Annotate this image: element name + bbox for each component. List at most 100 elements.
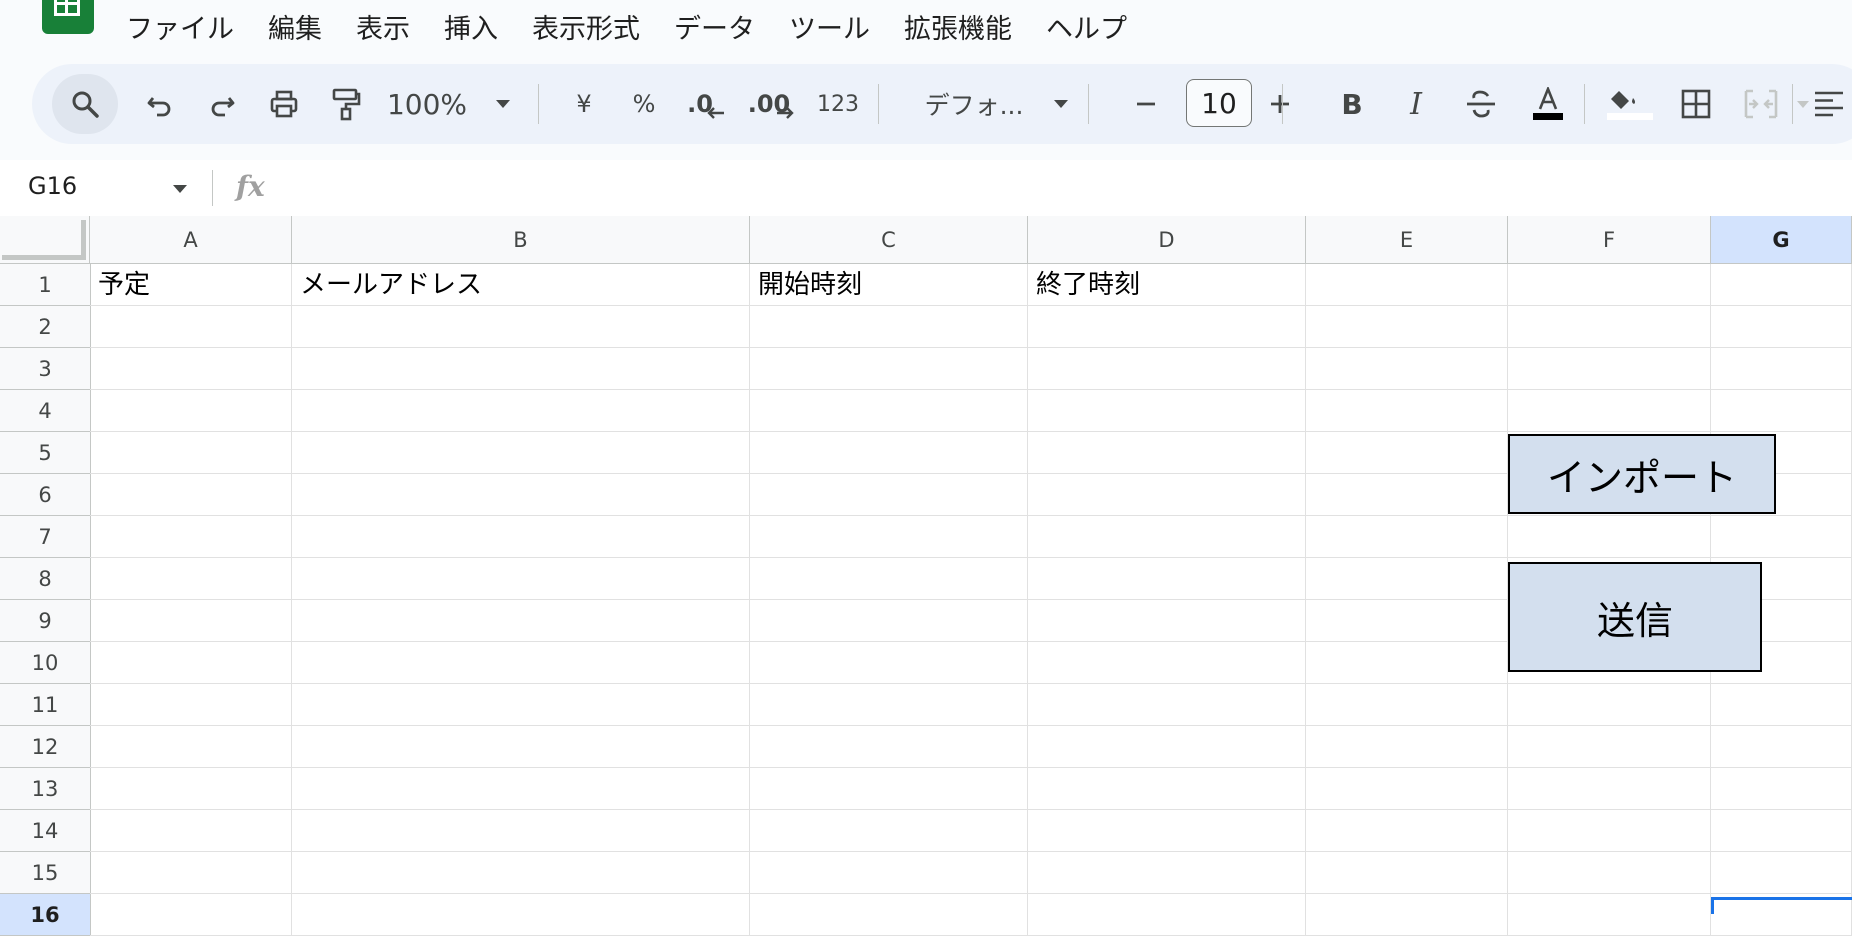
cell-C15[interactable] bbox=[750, 852, 1028, 894]
cell-C12[interactable] bbox=[750, 726, 1028, 768]
cell-G2[interactable] bbox=[1711, 306, 1852, 348]
cell-D7[interactable] bbox=[1028, 516, 1306, 558]
cell-B1[interactable]: メールアドレス bbox=[292, 264, 750, 306]
cell-F1[interactable] bbox=[1508, 264, 1711, 306]
cell-E6[interactable] bbox=[1306, 474, 1508, 516]
row-header-7[interactable]: 7 bbox=[0, 516, 91, 558]
increase-font-size-button[interactable] bbox=[1250, 64, 1310, 144]
cell-A2[interactable] bbox=[90, 306, 292, 348]
cell-F13[interactable] bbox=[1508, 768, 1711, 810]
cell-A12[interactable] bbox=[90, 726, 292, 768]
cell-D1[interactable]: 終了時刻 bbox=[1028, 264, 1306, 306]
cell-E8[interactable] bbox=[1306, 558, 1508, 600]
cell-G14[interactable] bbox=[1711, 810, 1852, 852]
cell-E1[interactable] bbox=[1306, 264, 1508, 306]
cell-D4[interactable] bbox=[1028, 390, 1306, 432]
cell-G1[interactable] bbox=[1711, 264, 1852, 306]
cell-F2[interactable] bbox=[1508, 306, 1711, 348]
strikethrough-button[interactable] bbox=[1450, 64, 1512, 144]
row-header-2[interactable]: 2 bbox=[0, 306, 91, 348]
menu-format[interactable]: 表示形式 bbox=[515, 6, 657, 54]
cell-C9[interactable] bbox=[750, 600, 1028, 642]
zoom-select[interactable]: 100% bbox=[384, 64, 514, 144]
row-header-16[interactable]: 16 bbox=[0, 894, 91, 936]
currency-format-button[interactable]: ¥ bbox=[556, 64, 612, 144]
cell-D6[interactable] bbox=[1028, 474, 1306, 516]
cell-B6[interactable] bbox=[292, 474, 750, 516]
row-header-14[interactable]: 14 bbox=[0, 810, 91, 852]
row-header-15[interactable]: 15 bbox=[0, 852, 91, 894]
cell-G15[interactable] bbox=[1711, 852, 1852, 894]
cell-C10[interactable] bbox=[750, 642, 1028, 684]
cell-A3[interactable] bbox=[90, 348, 292, 390]
row-header-4[interactable]: 4 bbox=[0, 390, 91, 432]
cell-D11[interactable] bbox=[1028, 684, 1306, 726]
cell-F15[interactable] bbox=[1508, 852, 1711, 894]
cell-A8[interactable] bbox=[90, 558, 292, 600]
cell-G4[interactable] bbox=[1711, 390, 1852, 432]
cell-D10[interactable] bbox=[1028, 642, 1306, 684]
font-size-input[interactable]: 10 bbox=[1186, 79, 1252, 127]
menu-data[interactable]: データ bbox=[657, 6, 772, 54]
row-header-9[interactable]: 9 bbox=[0, 600, 91, 642]
cell-E7[interactable] bbox=[1306, 516, 1508, 558]
sheets-logo-icon[interactable] bbox=[42, 0, 94, 34]
cell-G11[interactable] bbox=[1711, 684, 1852, 726]
percent-format-button[interactable]: % bbox=[616, 64, 672, 144]
italic-button[interactable]: I bbox=[1386, 64, 1446, 144]
cell-F16[interactable] bbox=[1508, 894, 1711, 936]
cell-C3[interactable] bbox=[750, 348, 1028, 390]
column-header-C[interactable]: C bbox=[750, 216, 1028, 264]
column-header-D[interactable]: D bbox=[1028, 216, 1306, 264]
cell-D5[interactable] bbox=[1028, 432, 1306, 474]
column-header-E[interactable]: E bbox=[1306, 216, 1508, 264]
cell-C4[interactable] bbox=[750, 390, 1028, 432]
cell-A14[interactable] bbox=[90, 810, 292, 852]
cell-D2[interactable] bbox=[1028, 306, 1306, 348]
undo-button[interactable] bbox=[130, 64, 190, 144]
column-header-B[interactable]: B bbox=[292, 216, 750, 264]
cell-A1[interactable]: 予定 bbox=[90, 264, 292, 306]
cell-D13[interactable] bbox=[1028, 768, 1306, 810]
cell-B7[interactable] bbox=[292, 516, 750, 558]
cell-B2[interactable] bbox=[292, 306, 750, 348]
cell-A10[interactable] bbox=[90, 642, 292, 684]
paint-format-button[interactable] bbox=[316, 64, 376, 144]
cell-B8[interactable] bbox=[292, 558, 750, 600]
cell-E14[interactable] bbox=[1306, 810, 1508, 852]
print-button[interactable] bbox=[254, 64, 314, 144]
menu-insert[interactable]: 挿入 bbox=[427, 6, 515, 54]
increase-decimal-button[interactable]: .00 bbox=[740, 64, 802, 144]
cell-C16[interactable] bbox=[750, 894, 1028, 936]
name-box[interactable]: G16 bbox=[28, 172, 77, 200]
row-header-3[interactable]: 3 bbox=[0, 348, 91, 390]
cell-G3[interactable] bbox=[1711, 348, 1852, 390]
cell-C2[interactable] bbox=[750, 306, 1028, 348]
row-header-8[interactable]: 8 bbox=[0, 558, 91, 600]
decrease-font-size-button[interactable] bbox=[1118, 64, 1174, 144]
redo-button[interactable] bbox=[192, 64, 252, 144]
cell-A13[interactable] bbox=[90, 768, 292, 810]
menu-extensions[interactable]: 拡張機能 bbox=[887, 6, 1029, 54]
horizontal-align-button[interactable] bbox=[1806, 64, 1852, 144]
row-header-10[interactable]: 10 bbox=[0, 642, 91, 684]
cell-C13[interactable] bbox=[750, 768, 1028, 810]
cell-A6[interactable] bbox=[90, 474, 292, 516]
row-header-6[interactable]: 6 bbox=[0, 474, 91, 516]
cell-F14[interactable] bbox=[1508, 810, 1711, 852]
cell-B16[interactable] bbox=[292, 894, 750, 936]
text-color-button[interactable] bbox=[1516, 64, 1580, 144]
import-button[interactable]: インポート bbox=[1508, 434, 1776, 514]
cell-F12[interactable] bbox=[1508, 726, 1711, 768]
cell-B9[interactable] bbox=[292, 600, 750, 642]
cell-A9[interactable] bbox=[90, 600, 292, 642]
cell-D3[interactable] bbox=[1028, 348, 1306, 390]
decrease-decimal-button[interactable]: .0 bbox=[678, 64, 734, 144]
cell-A16[interactable] bbox=[90, 894, 292, 936]
menu-edit[interactable]: 編集 bbox=[251, 6, 339, 54]
row-header-11[interactable]: 11 bbox=[0, 684, 91, 726]
column-header-A[interactable]: A bbox=[90, 216, 292, 264]
search-menus-button[interactable] bbox=[52, 74, 118, 134]
menu-file[interactable]: ファイル bbox=[112, 6, 251, 54]
cell-F7[interactable] bbox=[1508, 516, 1711, 558]
